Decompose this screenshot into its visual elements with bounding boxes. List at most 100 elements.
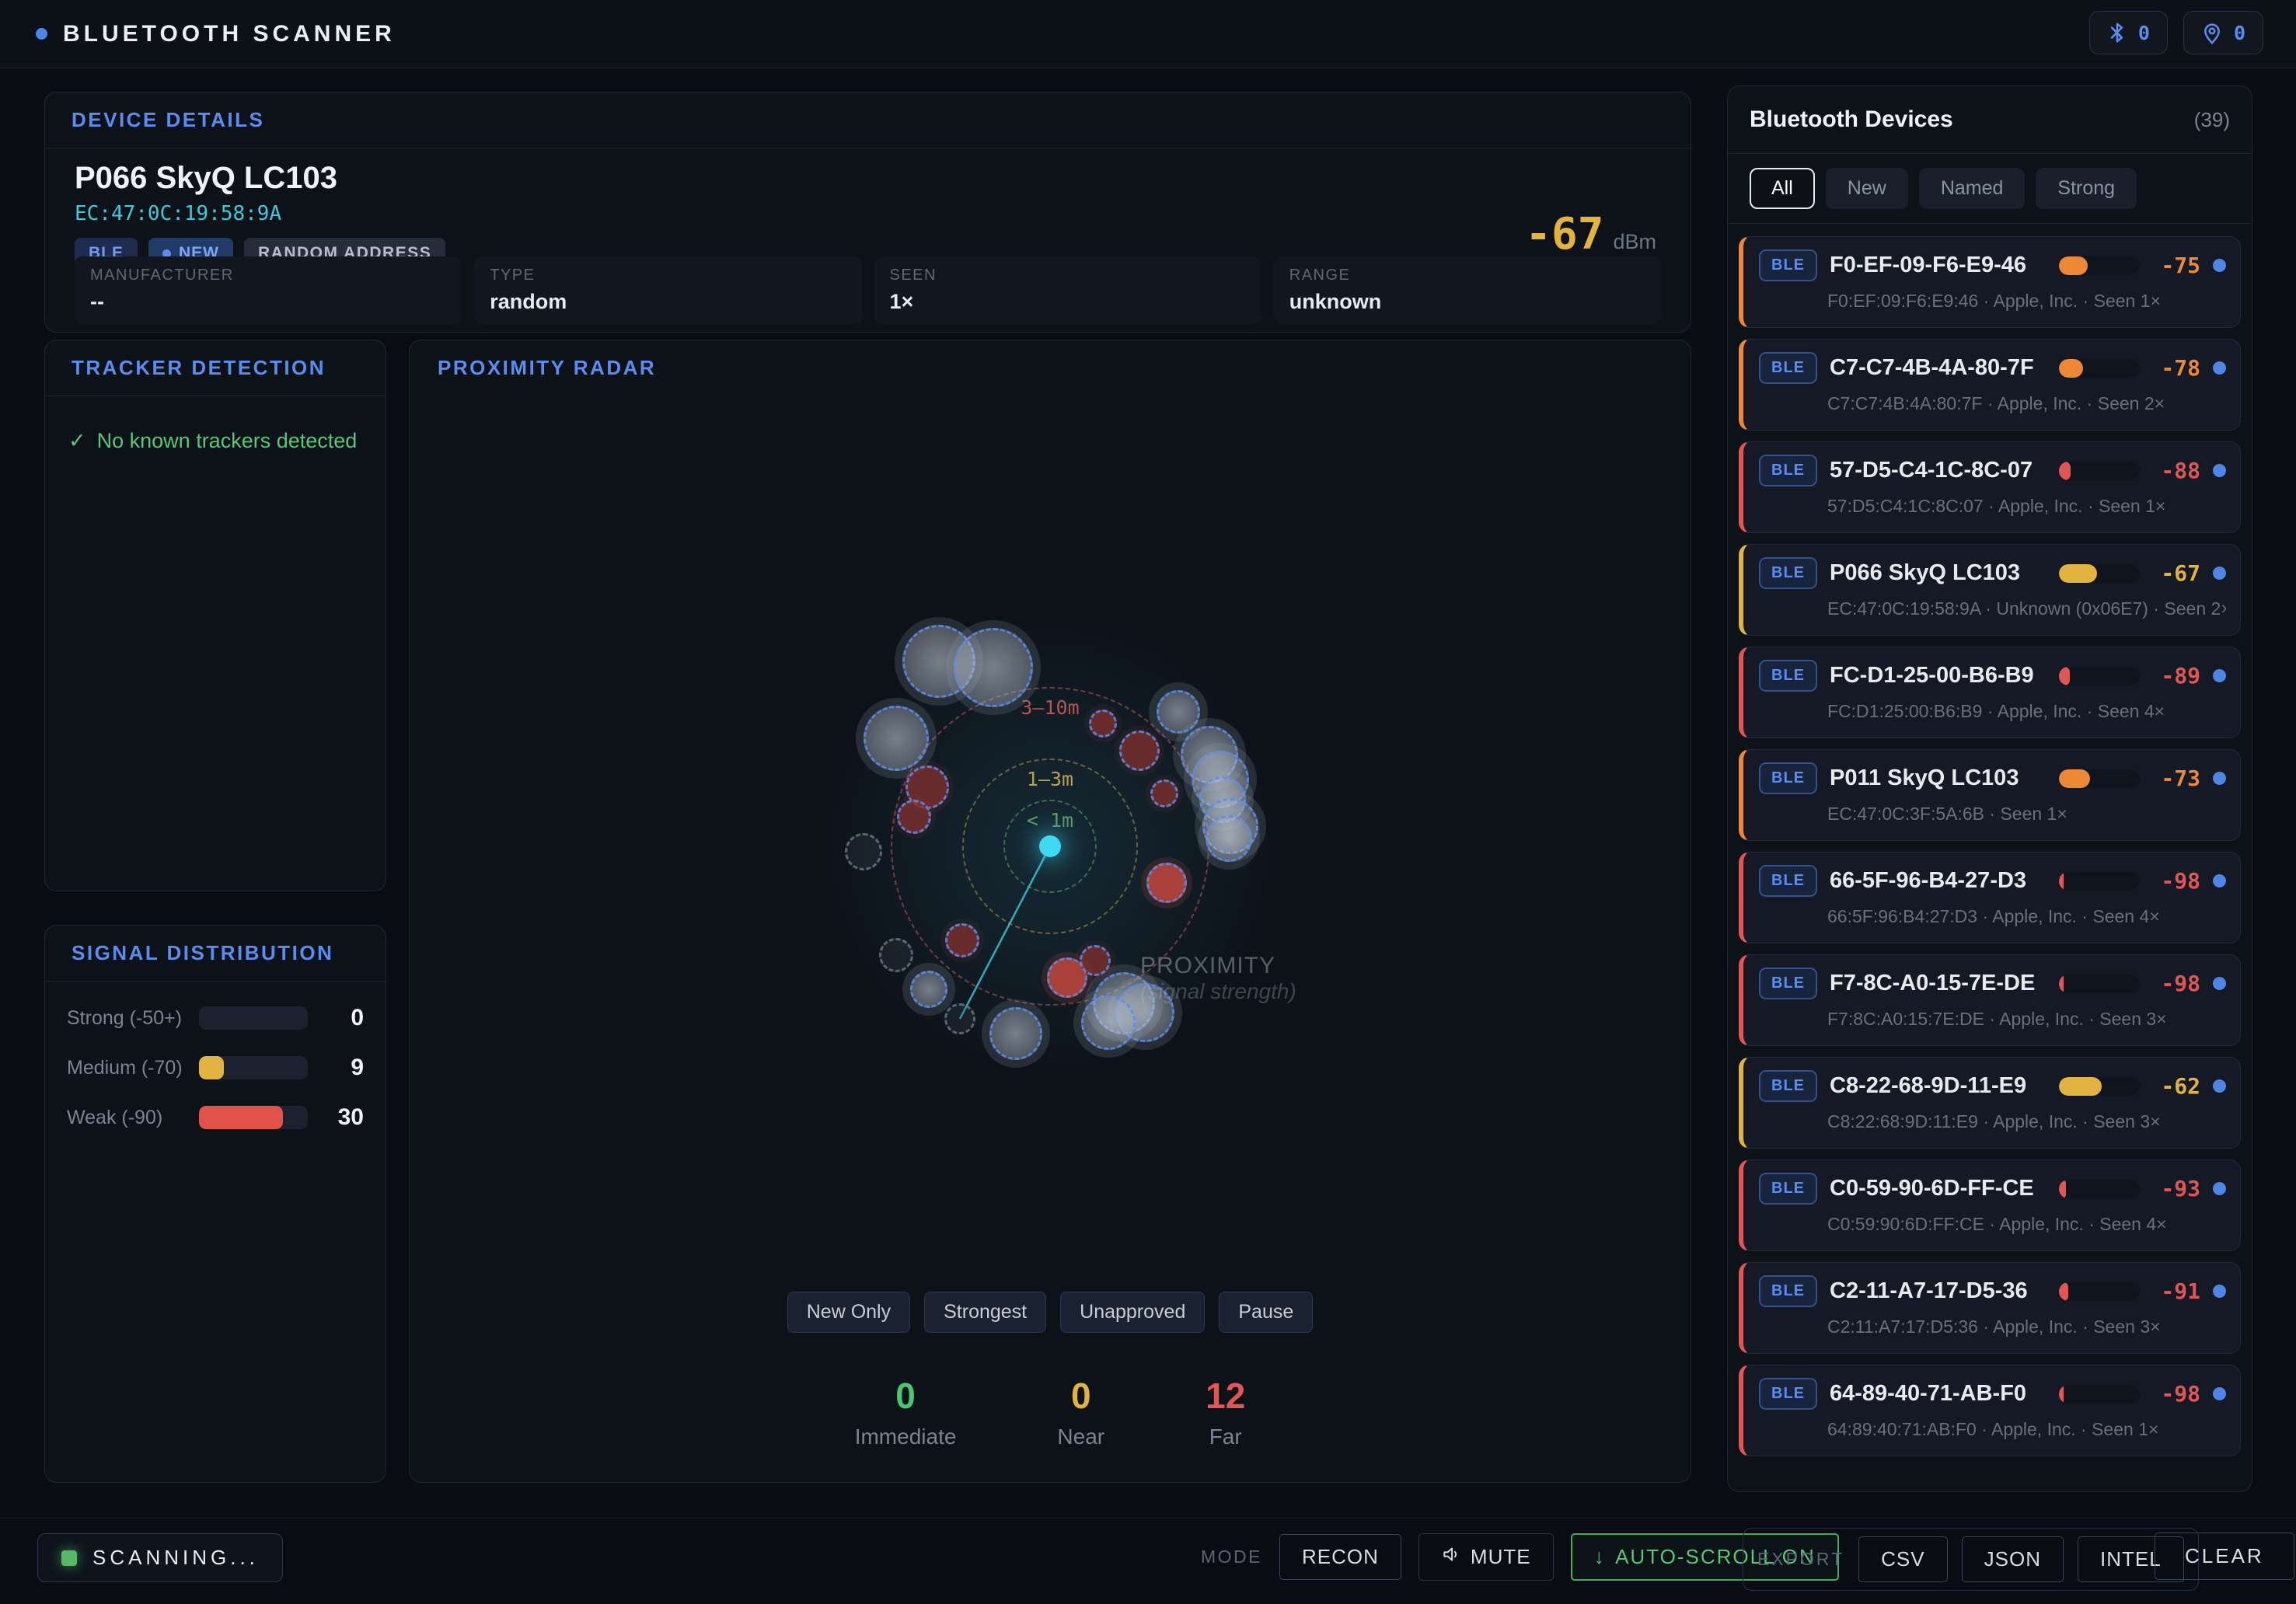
distribution-bar-track xyxy=(199,1006,308,1030)
device-signal-bar-track xyxy=(2059,1180,2140,1198)
radar-device-blob[interactable] xyxy=(864,706,929,771)
device-row-main: BLE66-5F-96-B4-27-D3-98 xyxy=(1759,865,2226,897)
top-bar: BLUETOOTH SCANNER 0 0 xyxy=(0,0,2296,68)
radar-device-blob[interactable] xyxy=(897,800,931,834)
device-status-dot-icon xyxy=(2213,1182,2226,1195)
radar-filter-strongest[interactable]: Strongest xyxy=(924,1292,1046,1333)
device-rssi: -98 xyxy=(2152,971,2200,996)
radar-device-blob[interactable] xyxy=(1081,996,1136,1050)
device-count: (39) xyxy=(2194,108,2230,132)
radar-device-blob[interactable] xyxy=(1146,863,1187,903)
device-row-main: BLEFC-D1-25-00-B6-B9-89 xyxy=(1759,660,2226,692)
device-fields: MANUFACTURER--TYPErandomSEEN1×RANGEunkno… xyxy=(75,256,1661,324)
device-status-dot-icon xyxy=(2213,977,2226,990)
device-name: C0-59-90-6D-FF-CE xyxy=(1830,1176,2047,1201)
radar-device-blob[interactable] xyxy=(910,971,947,1008)
device-list-item[interactable]: BLEF7-8C-A0-15-7E-DE-98F7:8C:A0:15:7E:DE… xyxy=(1739,954,2241,1046)
radar-filter-pause[interactable]: Pause xyxy=(1219,1292,1313,1333)
radar-device-blob[interactable] xyxy=(1119,731,1160,771)
radar-device-blob[interactable] xyxy=(879,938,913,972)
top-status-badges: 0 0 xyxy=(2089,11,2263,54)
device-list-item[interactable]: BLEF0-EF-09-F6-E9-46-75F0:EF:09:F6:E9:46… xyxy=(1739,236,2241,328)
field-label: RANGE xyxy=(1289,267,1645,284)
device-list-item[interactable]: BLEC2-11-A7-17-D5-36-91C2:11:A7:17:D5:36… xyxy=(1739,1262,2241,1354)
radar-device-blob[interactable] xyxy=(845,833,882,870)
device-status-dot-icon xyxy=(2213,464,2226,477)
field-label: SEEN xyxy=(890,267,1246,284)
device-list-item[interactable]: BLEC8-22-68-9D-11-E9-62C8:22:68:9D:11:E9… xyxy=(1739,1057,2241,1149)
app-window: BLUETOOTH SCANNER 0 0 DEVICE DETAILS P06… xyxy=(0,0,2296,1604)
filter-tab-named[interactable]: Named xyxy=(1919,168,2026,209)
field-label: TYPE xyxy=(490,267,846,284)
ble-badge: BLE xyxy=(1759,1378,1817,1410)
radar-device-blob[interactable] xyxy=(1080,945,1111,976)
sidebar-title: Bluetooth Devices xyxy=(1750,106,2194,133)
radar-device-blob[interactable] xyxy=(954,628,1033,707)
scanning-label: SCANNING... xyxy=(92,1546,259,1570)
device-signal-bar-fill xyxy=(2059,1077,2102,1096)
app-title: BLUETOOTH SCANNER xyxy=(63,21,396,47)
radar-device-blob[interactable] xyxy=(944,1003,975,1034)
proximity-count-far: 12Far xyxy=(1206,1375,1245,1449)
radar-device-blob[interactable] xyxy=(1157,690,1200,734)
ble-badge: BLE xyxy=(1759,762,1817,794)
clear-button[interactable]: CLEAR xyxy=(2155,1533,2294,1580)
device-subtext: C7:C7:4B:4A:80:7F · Apple, Inc. · Seen 2… xyxy=(1827,393,2226,414)
device-name: C7-C7-4B-4A-80-7F xyxy=(1830,355,2047,381)
device-name: C8-22-68-9D-11-E9 xyxy=(1830,1073,2047,1099)
device-signal-bar-track xyxy=(2059,1077,2140,1096)
field-value: unknown xyxy=(1289,290,1645,314)
distribution-row-weak-90: Weak (-90)30 xyxy=(67,1104,364,1131)
device-signal-bar-fill xyxy=(2059,975,2064,993)
mute-button[interactable]: MUTE xyxy=(1418,1533,1554,1581)
proximity-count-value: 0 xyxy=(855,1375,957,1417)
app-brand: BLUETOOTH SCANNER xyxy=(36,21,396,47)
radar-device-blob[interactable] xyxy=(945,923,979,957)
export-json-button[interactable]: JSON xyxy=(1962,1536,2064,1582)
radar-device-blob[interactable] xyxy=(1089,710,1117,737)
proximity-count-label: Far xyxy=(1206,1424,1245,1449)
tracker-status-text: No known trackers detected xyxy=(97,429,358,453)
device-list-item[interactable]: BLEC0-59-90-6D-FF-CE-93C0:59:90:6D:FF:CE… xyxy=(1739,1159,2241,1251)
distribution-bar-track xyxy=(199,1056,308,1079)
ble-badge: BLE xyxy=(1759,1070,1817,1102)
geo-count-badge[interactable]: 0 xyxy=(2183,11,2263,54)
radar-filter-unapproved[interactable]: Unapproved xyxy=(1060,1292,1205,1333)
radar-filter-new-only[interactable]: New Only xyxy=(787,1292,910,1333)
distribution-row-value: 0 xyxy=(308,1005,364,1031)
scanning-status-button[interactable]: SCANNING... xyxy=(37,1533,283,1582)
device-signal-bar-track xyxy=(2059,256,2140,275)
device-name: 64-89-40-71-AB-F0 xyxy=(1830,1381,2047,1407)
device-row-main: BLEP066 SkyQ LC103-67 xyxy=(1759,557,2226,589)
export-csv-button[interactable]: CSV xyxy=(1858,1536,1947,1582)
device-list-item[interactable]: BLEP066 SkyQ LC103-67EC:47:0C:19:58:9A ·… xyxy=(1739,544,2241,636)
device-list-item[interactable]: BLE66-5F-96-B4-27-D3-9866:5F:96:B4:27:D3… xyxy=(1739,852,2241,943)
radar-device-blob[interactable] xyxy=(989,1007,1042,1060)
device-signal-bar-fill xyxy=(2059,462,2071,480)
device-list: BLEF0-EF-09-F6-E9-46-75F0:EF:09:F6:E9:46… xyxy=(1728,224,2252,1469)
device-list-item[interactable]: BLEP011 SkyQ LC103-73EC:47:0C:3F:5A:6B ·… xyxy=(1739,749,2241,841)
device-signal-bar-track xyxy=(2059,667,2140,685)
device-list-item[interactable]: BLEFC-D1-25-00-B6-B9-89FC:D1:25:00:B6:B9… xyxy=(1739,647,2241,738)
proximity-count-near: 0Near xyxy=(1057,1375,1104,1449)
radar-device-blob[interactable] xyxy=(1206,815,1252,862)
radar-device-blob[interactable] xyxy=(1150,779,1178,807)
device-status-dot-icon xyxy=(2213,567,2226,580)
ble-badge: BLE xyxy=(1759,352,1817,384)
radar-controls: New Only Strongest Unapproved Pause xyxy=(410,1292,1691,1333)
device-field-type: TYPErandom xyxy=(474,256,861,324)
device-subtext: 57:D5:C4:1C:8C:07 · Apple, Inc. · Seen 1… xyxy=(1827,496,2226,517)
device-list-item[interactable]: BLE64-89-40-71-AB-F0-9864:89:40:71:AB:F0… xyxy=(1739,1365,2241,1456)
filter-tab-all[interactable]: All xyxy=(1750,168,1815,209)
filter-tab-new[interactable]: New xyxy=(1826,168,1908,209)
scanning-indicator-icon xyxy=(61,1550,77,1566)
bluetooth-count-badge[interactable]: 0 xyxy=(2089,11,2168,54)
distribution-row-strong-50: Strong (-50+)0 xyxy=(67,1005,364,1031)
filter-tab-strong[interactable]: Strong xyxy=(2036,168,2137,209)
mute-label: MUTE xyxy=(1471,1545,1531,1569)
distribution-bar-fill xyxy=(199,1106,283,1129)
device-list-item[interactable]: BLE57-D5-C4-1C-8C-07-8857:D5:C4:1C:8C:07… xyxy=(1739,441,2241,533)
device-list-item[interactable]: BLEC7-C7-4B-4A-80-7F-78C7:C7:4B:4A:80:7F… xyxy=(1739,339,2241,431)
mode-recon-button[interactable]: RECON xyxy=(1279,1534,1401,1580)
device-status-dot-icon xyxy=(2213,1079,2226,1093)
